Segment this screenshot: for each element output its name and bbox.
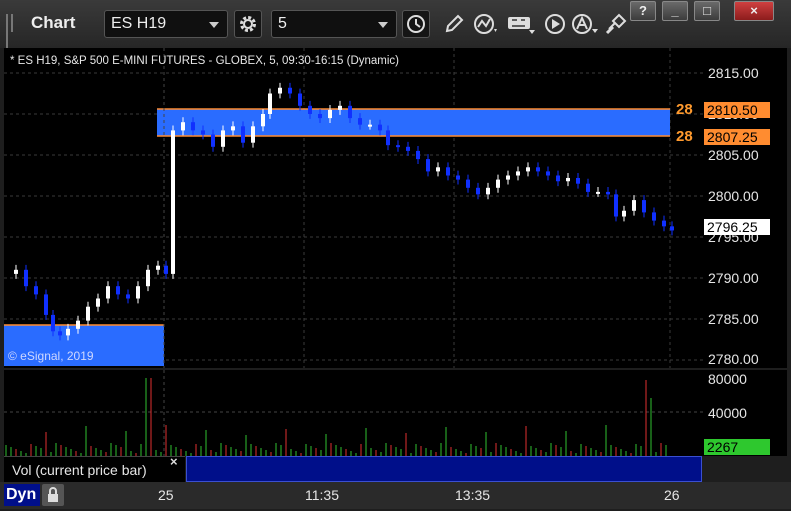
volume-tick: 80000 xyxy=(708,371,747,387)
volume-legend-label: Vol (current price bar) xyxy=(12,462,147,478)
studies-button[interactable] xyxy=(472,10,500,38)
price-tick: 2780.00 xyxy=(708,351,759,367)
alert-a-icon xyxy=(572,14,598,34)
chart-info: * ES H19, S&P 500 E-MINI FUTURES - GLOBE… xyxy=(10,55,400,67)
gear-icon xyxy=(240,16,256,32)
volume-legend-bar xyxy=(186,456,702,482)
price-zone-today xyxy=(157,109,670,136)
clock-icon xyxy=(407,15,425,33)
help-button[interactable]: ? xyxy=(630,1,656,21)
get-data-button[interactable] xyxy=(506,10,538,38)
alert-low-price: 2807.25 xyxy=(704,129,770,145)
link-icon xyxy=(605,13,627,35)
symbol-dropdown[interactable]: ES H19 xyxy=(104,10,228,38)
volume-legend[interactable]: Vol (current price bar) xyxy=(4,456,185,483)
link-button[interactable] xyxy=(602,10,630,38)
play-icon xyxy=(545,14,565,34)
chevron-down-icon xyxy=(378,22,388,28)
pencil-icon xyxy=(445,14,464,33)
lock-button[interactable] xyxy=(42,484,64,506)
price-tick: 2790.00 xyxy=(708,270,759,286)
price-chart[interactable] xyxy=(4,48,703,368)
price-tick: 2805.00 xyxy=(708,147,759,163)
chevron-down-icon xyxy=(209,22,219,28)
close-icon[interactable]: × xyxy=(170,454,178,469)
close-button[interactable]: × xyxy=(734,1,774,21)
dynamic-button[interactable]: Dyn xyxy=(4,484,40,506)
maximize-button[interactable]: □ xyxy=(694,1,720,21)
alert-low-tag[interactable]: 28 xyxy=(676,128,693,145)
get-icon xyxy=(508,17,535,34)
minimize-button[interactable]: _ xyxy=(662,1,688,21)
window-grip-icon[interactable] xyxy=(6,14,20,50)
time-tick: 26 xyxy=(664,487,680,503)
symbol-value: ES H19 xyxy=(111,15,167,32)
lock-icon xyxy=(48,487,58,502)
settings-button[interactable] xyxy=(234,10,262,38)
app-title: Chart xyxy=(31,13,76,32)
chart-wave-icon xyxy=(474,14,497,34)
alert-high-price: 2810.50 xyxy=(704,102,770,118)
interval-value: 5 xyxy=(278,15,287,32)
volume-current: 2267 xyxy=(704,439,770,455)
price-tick: 2800.00 xyxy=(708,188,759,204)
volume-pane[interactable] xyxy=(4,370,703,456)
time-button[interactable] xyxy=(402,10,430,38)
time-tick: 25 xyxy=(158,487,174,503)
copyright: © eSignal, 2019 xyxy=(8,349,94,363)
volume-tick: 40000 xyxy=(708,405,747,421)
time-tick: 11:35 xyxy=(305,487,339,503)
time-tick: 13:35 xyxy=(455,487,491,503)
play-button[interactable] xyxy=(541,10,569,38)
price-tick: 2815.00 xyxy=(708,65,759,81)
price-tick: 2785.00 xyxy=(708,311,759,327)
interval-dropdown[interactable]: 5 xyxy=(271,10,397,38)
draw-button[interactable] xyxy=(440,10,468,38)
last-price-box: 2796.25 xyxy=(704,219,770,235)
alert-high-tag[interactable]: 28 xyxy=(676,101,693,118)
alerts-button[interactable] xyxy=(571,10,599,38)
